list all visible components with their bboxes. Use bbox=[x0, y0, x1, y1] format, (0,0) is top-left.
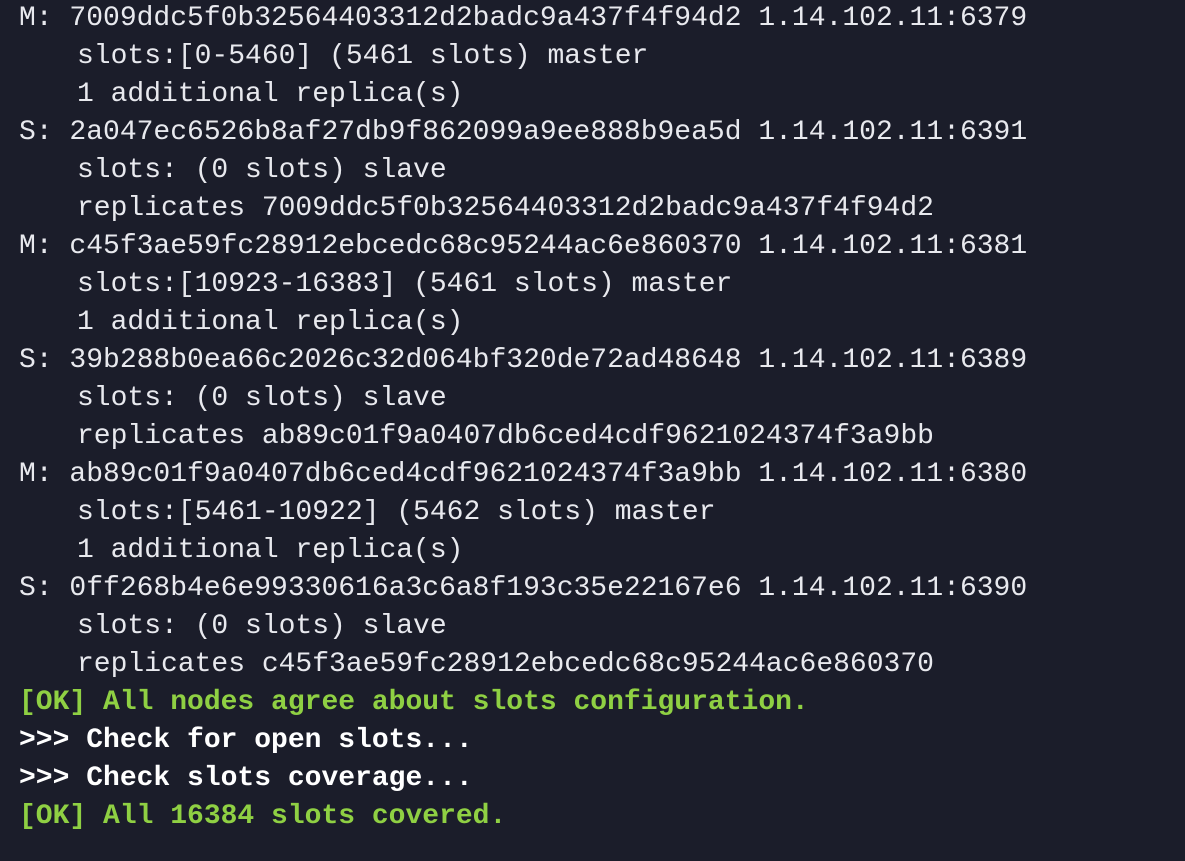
node-detail-line: replicates c45f3ae59fc28912ebcedc68c9524… bbox=[77, 649, 934, 680]
ok-status-line: [OK] All 16384 slots covered. bbox=[19, 801, 507, 832]
node-detail-line: 1 additional replica(s) bbox=[77, 79, 464, 110]
node-detail-line: slots: (0 slots) slave bbox=[77, 383, 447, 414]
node-line: S: 39b288b0ea66c2026c32d064bf320de72ad48… bbox=[19, 345, 1028, 376]
node-detail-line: replicates 7009ddc5f0b32564403312d2badc9… bbox=[77, 193, 934, 224]
node-detail-line: 1 additional replica(s) bbox=[77, 535, 464, 566]
terminal-window[interactable]: M: 7009ddc5f0b32564403312d2badc9a437f4f9… bbox=[0, 0, 1185, 861]
node-line: S: 0ff268b4e6e99330616a3c6a8f193c35e2216… bbox=[19, 573, 1028, 604]
node-detail-line: slots: (0 slots) slave bbox=[77, 611, 447, 642]
check-command-line: >>> Check slots coverage... bbox=[19, 763, 473, 794]
node-detail-line: slots:[0-5460] (5461 slots) master bbox=[77, 41, 649, 72]
check-command-line: >>> Check for open slots... bbox=[19, 725, 473, 756]
node-line: M: c45f3ae59fc28912ebcedc68c95244ac6e860… bbox=[19, 231, 1028, 262]
ok-status-line: [OK] All nodes agree about slots configu… bbox=[19, 687, 809, 718]
node-line: M: 7009ddc5f0b32564403312d2badc9a437f4f9… bbox=[19, 3, 1028, 34]
node-detail-line: slots:[5461-10922] (5462 slots) master bbox=[77, 497, 716, 528]
node-detail-line: slots: (0 slots) slave bbox=[77, 155, 447, 186]
node-detail-line: 1 additional replica(s) bbox=[77, 307, 464, 338]
node-line: M: ab89c01f9a0407db6ced4cdf9621024374f3a… bbox=[19, 459, 1028, 490]
node-detail-line: slots:[10923-16383] (5461 slots) master bbox=[77, 269, 733, 300]
node-detail-line: replicates ab89c01f9a0407db6ced4cdf96210… bbox=[77, 421, 934, 452]
node-line: S: 2a047ec6526b8af27db9f862099a9ee888b9e… bbox=[19, 117, 1028, 148]
